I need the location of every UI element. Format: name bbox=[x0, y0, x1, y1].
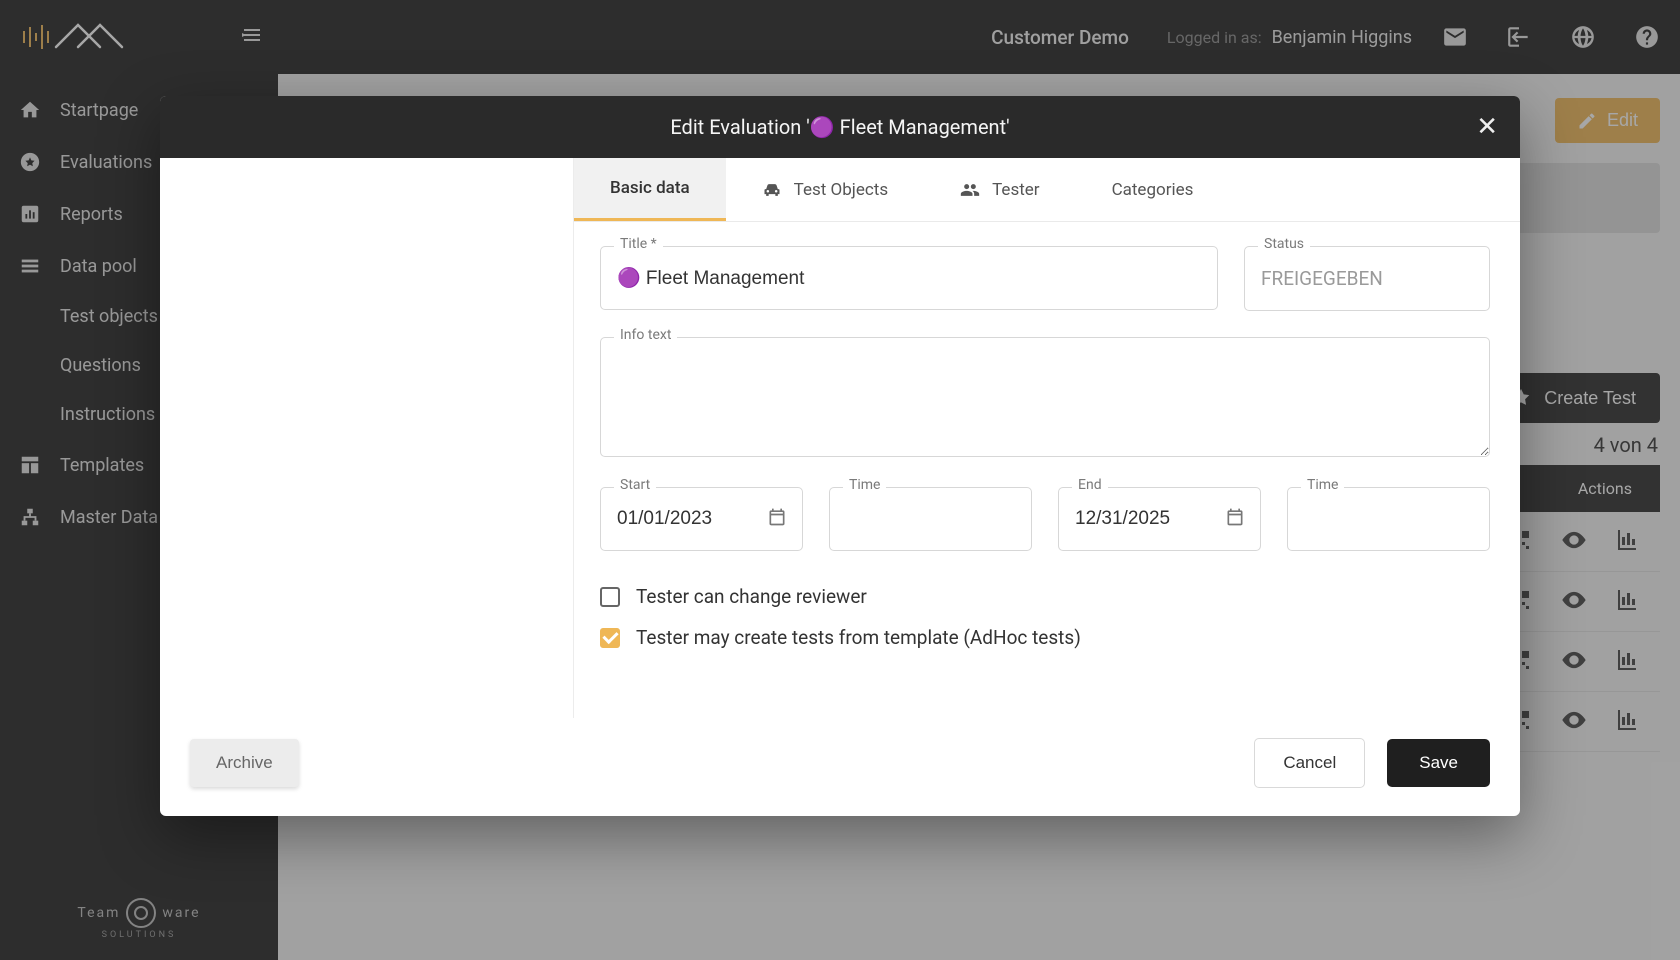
tab-label: Test Objects bbox=[794, 180, 888, 200]
start-time-input[interactable] bbox=[829, 487, 1032, 551]
modal-title: Edit Evaluation '🟣 Fleet Management' bbox=[670, 115, 1009, 139]
calendar-icon[interactable] bbox=[1225, 507, 1245, 531]
save-button[interactable]: Save bbox=[1387, 739, 1490, 787]
checkbox-label: Tester can change reviewer bbox=[636, 585, 867, 608]
archive-button[interactable]: Archive bbox=[190, 739, 299, 787]
tab-tester[interactable]: Tester bbox=[924, 158, 1075, 221]
people-icon bbox=[960, 180, 980, 200]
checkbox-label: Tester may create tests from template (A… bbox=[636, 626, 1081, 649]
start-label: Start bbox=[614, 477, 656, 493]
info-text-input[interactable] bbox=[600, 337, 1490, 457]
modal-header: Edit Evaluation '🟣 Fleet Management' ✕ bbox=[160, 96, 1520, 158]
edit-evaluation-modal: Edit Evaluation '🟣 Fleet Management' ✕ B… bbox=[160, 96, 1520, 816]
tab-label: Tester bbox=[992, 180, 1039, 200]
end-time-field: Time bbox=[1287, 487, 1490, 551]
form-area: Title * Status FREIGEGEBEN Info text bbox=[574, 222, 1520, 718]
change-reviewer-checkbox[interactable]: Tester can change reviewer bbox=[600, 585, 1490, 608]
calendar-icon[interactable] bbox=[767, 507, 787, 531]
modal-left-pane bbox=[160, 158, 574, 718]
tab-label: Basic data bbox=[610, 178, 690, 198]
start-time-label: Time bbox=[843, 477, 886, 493]
info-text-label: Info text bbox=[614, 327, 677, 343]
info-text-field: Info text bbox=[600, 337, 1490, 461]
status-value: FREIGEGEBEN bbox=[1244, 246, 1490, 311]
cancel-button[interactable]: Cancel bbox=[1254, 738, 1365, 788]
car-icon bbox=[762, 180, 782, 200]
checkbox-icon bbox=[600, 587, 620, 607]
tab-basic-data[interactable]: Basic data bbox=[574, 158, 726, 221]
end-date-field: End bbox=[1058, 487, 1261, 551]
tab-label: Categories bbox=[1112, 180, 1194, 200]
tab-test-objects[interactable]: Test Objects bbox=[726, 158, 924, 221]
end-time-input[interactable] bbox=[1287, 487, 1490, 551]
start-time-field: Time bbox=[829, 487, 1032, 551]
title-field: Title * bbox=[600, 246, 1218, 311]
close-icon[interactable]: ✕ bbox=[1476, 114, 1498, 140]
end-label: End bbox=[1072, 477, 1108, 493]
modal-footer: Archive Cancel Save bbox=[160, 718, 1520, 816]
checkbox-icon bbox=[600, 628, 620, 648]
start-date-field: Start bbox=[600, 487, 803, 551]
status-field: Status FREIGEGEBEN bbox=[1244, 246, 1490, 311]
tab-categories[interactable]: Categories bbox=[1076, 158, 1230, 221]
end-time-label: Time bbox=[1301, 477, 1344, 493]
title-label: Title * bbox=[614, 236, 663, 252]
status-label: Status bbox=[1258, 236, 1310, 252]
title-input[interactable] bbox=[600, 246, 1218, 310]
modal-tabs: Basic data Test Objects Tester Categorie… bbox=[574, 158, 1520, 222]
adhoc-tests-checkbox[interactable]: Tester may create tests from template (A… bbox=[600, 626, 1490, 649]
